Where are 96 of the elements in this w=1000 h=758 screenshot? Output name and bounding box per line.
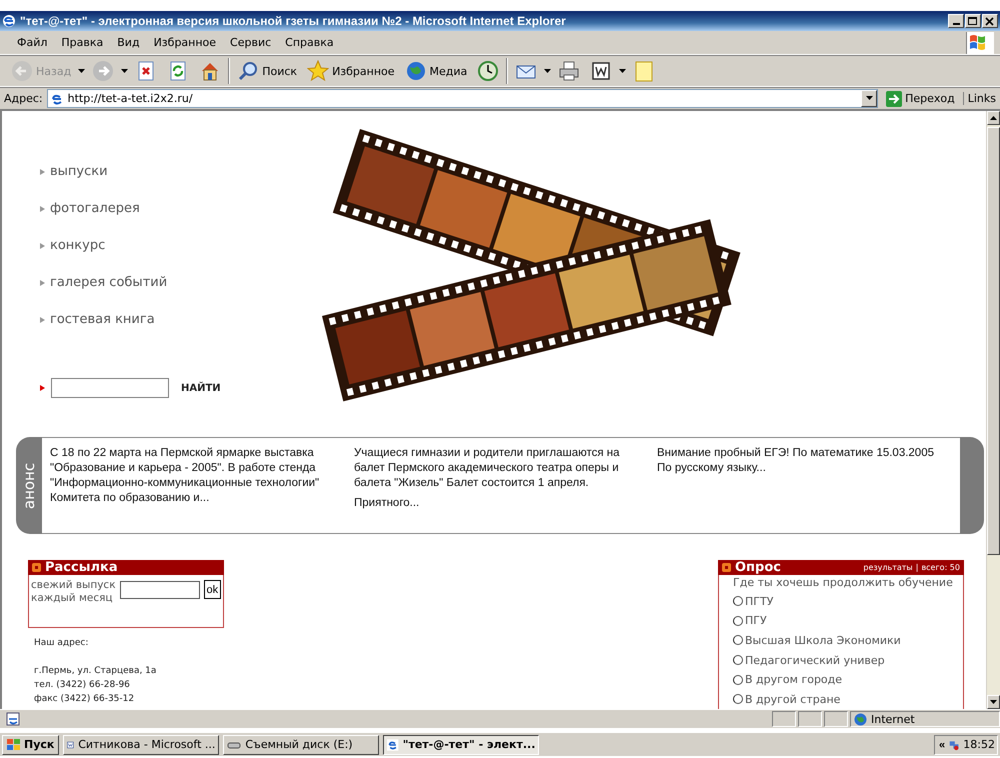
contact-line: г.Пермь, ул. Старцева, 1а [34, 665, 158, 678]
separator: | [916, 563, 918, 572]
close-button[interactable] [982, 14, 998, 28]
bullet-icon [32, 563, 41, 572]
minimize-icon [952, 23, 960, 25]
document-w-icon [590, 60, 612, 82]
note-icon [633, 60, 656, 82]
taskbar-button[interactable]: Ситникова - Microsoft ... [63, 734, 220, 754]
tray-expand-button[interactable]: « [939, 738, 946, 750]
news-text[interactable]: Учащиеся гимназии и родители приглашаются на балет Пермского академического театра оперы и балета "Жизель" Балет состоится 1 апреля. [354, 446, 645, 491]
bullet-arrow-icon [40, 168, 45, 174]
search-button[interactable]: НАЙТИ [175, 382, 221, 394]
bullet-arrow-icon [40, 280, 45, 286]
globe-icon [854, 712, 867, 726]
email-field[interactable] [120, 581, 200, 600]
maximize-icon [966, 15, 979, 27]
subscribe-title: Рассылка [45, 560, 118, 576]
menu-item[interactable]: Вид [110, 34, 147, 51]
globe-icon [404, 60, 427, 82]
clock: 18:52 [963, 738, 995, 751]
dropdown-arrow-icon[interactable] [121, 68, 128, 74]
option-label[interactable]: ПГТУ [745, 594, 774, 608]
favorites-button[interactable]: Избранное [304, 58, 398, 84]
poll-question: Где ты хочешь продолжить обучение [733, 576, 954, 590]
close-icon [983, 15, 996, 27]
dropdown-arrow-icon [866, 96, 873, 101]
minimize-button[interactable] [948, 14, 964, 28]
start-button[interactable]: Пуск [2, 734, 60, 754]
links-label[interactable]: Links [962, 92, 996, 105]
ok-button[interactable]: ok [204, 580, 222, 600]
poll-title: Опрос [735, 560, 781, 576]
option-label[interactable]: ПГУ [745, 614, 767, 628]
address-heading: Наш адрес: [34, 637, 90, 650]
security-zone: Internet [871, 712, 915, 726]
radio-button[interactable] [733, 655, 743, 666]
vote-total: всего: 50 [921, 563, 960, 572]
subscribe-text: свежий выпуск каждый месяц [31, 579, 116, 606]
nav-link[interactable]: выпуски [40, 153, 322, 190]
nav-link[interactable]: галерея событий [40, 264, 322, 301]
announce-label: анонс [20, 462, 38, 509]
browser-icon [387, 738, 399, 752]
contact-line: тел. (3422) 66-28-96 [34, 679, 131, 692]
status-pane [798, 711, 822, 727]
maximize-button[interactable] [965, 14, 981, 28]
status-pane [772, 711, 796, 727]
bullet-arrow-icon [40, 206, 45, 212]
contact-line: факс (3422) 66-35-12 [34, 693, 136, 706]
star-icon [307, 60, 330, 82]
nav-link[interactable]: гостевая книга [40, 301, 322, 338]
arrow-right-icon [92, 60, 114, 82]
option-label[interactable]: В другом городе [745, 673, 842, 686]
radio-button[interactable] [733, 635, 743, 646]
scroll-up-icon [990, 116, 997, 120]
news-text[interactable]: Внимание пробный ЕГЭ! По математике 15.03.2005 По русскому языку... [657, 446, 948, 476]
search-button[interactable]: Поиск [234, 58, 300, 84]
window-title: "тет-@-тет" - электронная версия школьной гзеты гимназии №2 - Microsoft Internet Explorer [20, 14, 567, 28]
browser-icon [2, 14, 16, 28]
media-button[interactable]: Медиа [402, 58, 470, 84]
menu-item[interactable]: Правка [54, 34, 110, 51]
clock-icon [477, 60, 500, 82]
menu-item[interactable]: Справка [278, 34, 341, 51]
taskbar-button[interactable]: "тет-@-тет" - элект... [383, 734, 540, 754]
news-text[interactable]: Приятного... [354, 496, 645, 511]
radio-button[interactable] [733, 616, 743, 626]
address-field[interactable]: http://tet-a-tet.i2x2.ru/ [46, 89, 878, 108]
arrow-left-icon [11, 60, 33, 82]
scroll-down-icon [990, 700, 997, 704]
menu-item[interactable]: Избранное [146, 34, 224, 51]
windows-flag-icon [7, 738, 21, 750]
option-label[interactable]: Педагогический универ [745, 654, 885, 667]
search-field[interactable] [51, 378, 169, 398]
nav-link[interactable]: фотогалерея [40, 190, 322, 227]
dropdown-arrow-icon[interactable] [544, 68, 552, 74]
taskbar-button[interactable]: Съемный диск (E:) [223, 734, 380, 754]
nav-link[interactable]: конкурс [40, 227, 322, 264]
radio-button[interactable] [733, 694, 743, 704]
go-arrow-icon [886, 90, 902, 106]
news-text[interactable]: С 18 по 22 марта на Пермской ярмарке выставка "Образование и карьера - 2005". В работе стенда "Информационно-коммуникационные технологии" Комитета по образованию и... [50, 446, 342, 506]
menu-item[interactable]: Сервис [223, 34, 278, 51]
option-label[interactable]: В другой стране [745, 692, 840, 706]
printer-icon [558, 60, 580, 82]
status-pane [824, 711, 848, 727]
radio-button[interactable] [733, 596, 743, 606]
results-link[interactable]: результаты [863, 563, 913, 572]
pointer-icon [40, 385, 45, 391]
radio-button[interactable] [733, 674, 743, 685]
bullet-arrow-icon [40, 242, 45, 248]
go-button[interactable]: Переход [882, 90, 959, 106]
address-label: Адрес: [4, 92, 43, 105]
bullet-icon [722, 563, 731, 572]
option-label[interactable]: Высшая Школа Экономики [745, 634, 901, 647]
dropdown-arrow-icon[interactable] [619, 68, 626, 74]
search-icon [237, 60, 260, 82]
bullet-arrow-icon [40, 316, 45, 322]
menu-item[interactable]: Файл [10, 34, 54, 51]
dropdown-arrow-icon[interactable] [78, 68, 86, 74]
